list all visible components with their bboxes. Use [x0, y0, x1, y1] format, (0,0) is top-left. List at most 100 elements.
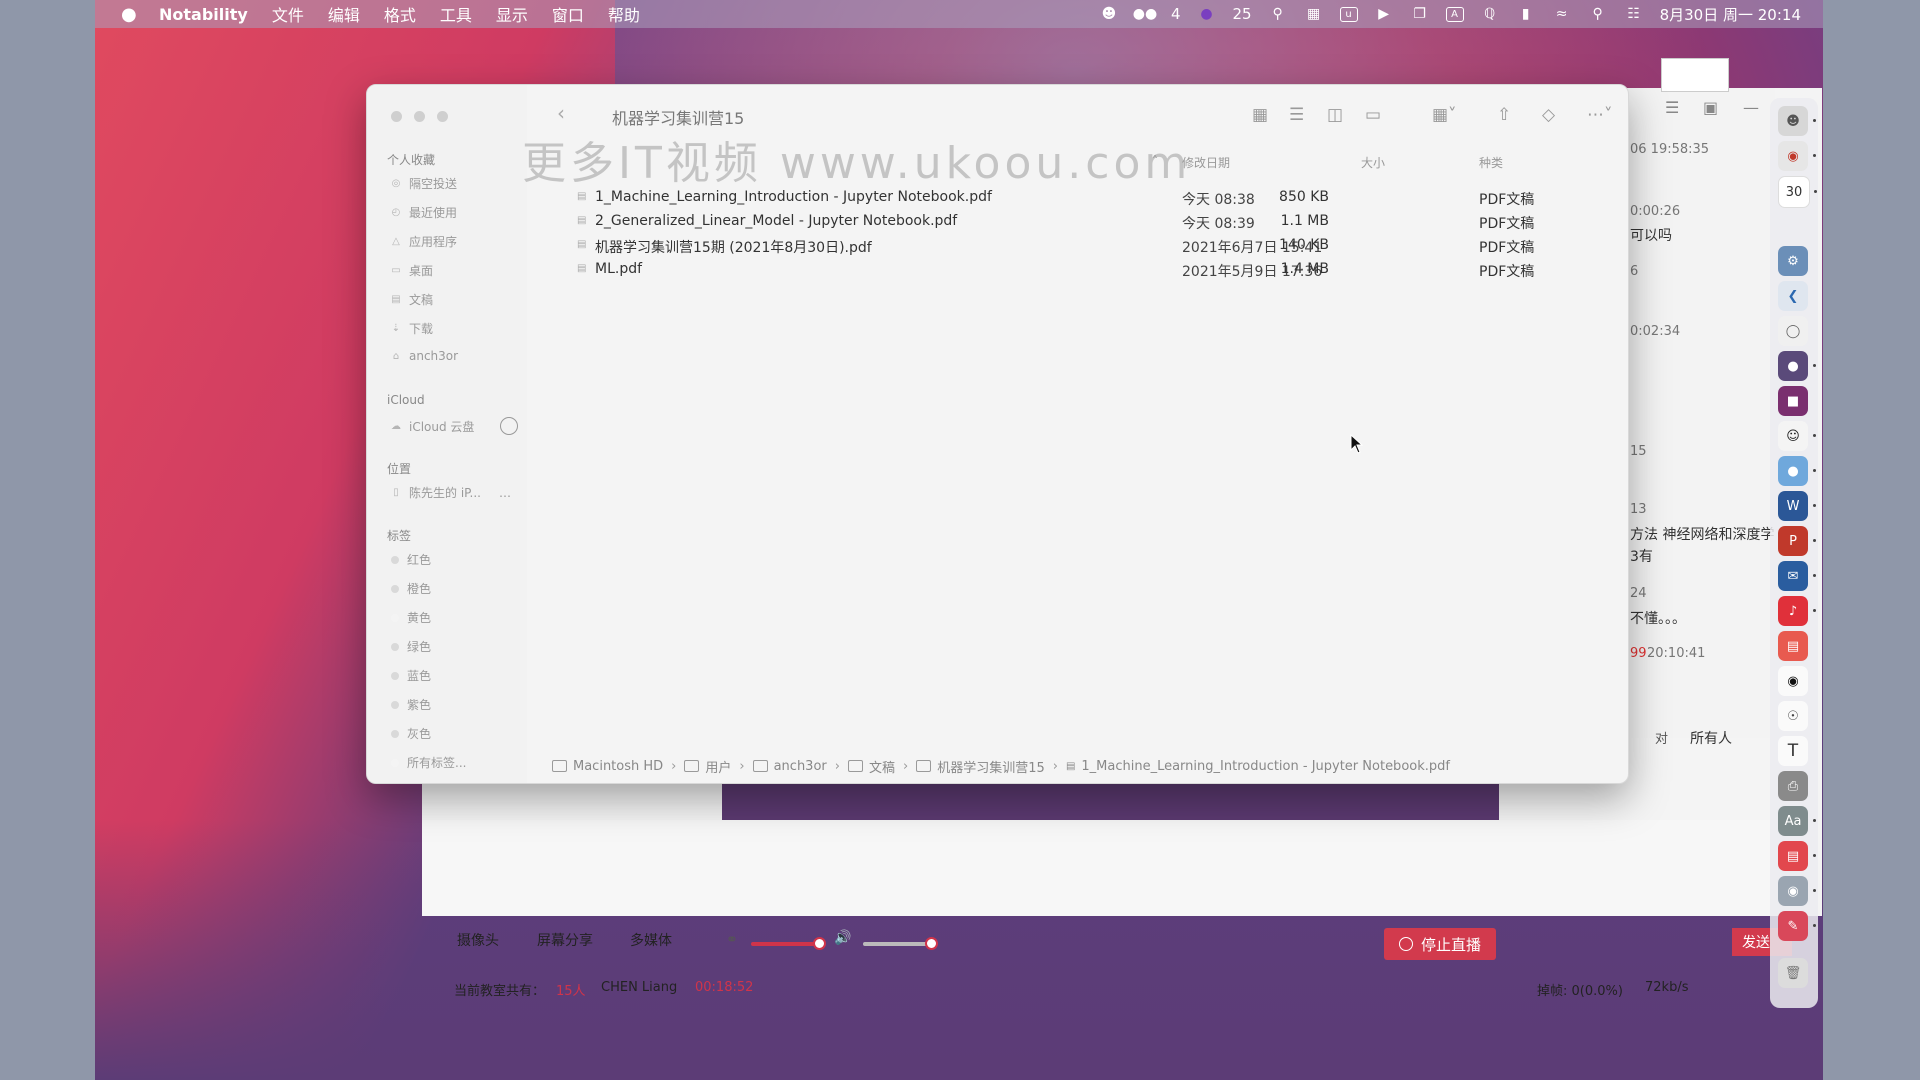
activity-ring-dock-icon[interactable]: ◯: [1778, 316, 1808, 346]
powerpoint-dock-icon[interactable]: P: [1778, 526, 1816, 556]
media-button[interactable]: 多媒体: [630, 930, 672, 950]
sidebar-tag-green[interactable]: 绿色: [391, 638, 431, 655]
screen-share-button[interactable]: 屏幕分享: [537, 930, 593, 950]
path-segment[interactable]: anch3or: [752, 759, 827, 774]
notes-app-dock-icon[interactable]: ■: [1778, 386, 1808, 416]
word-dock-icon[interactable]: W: [1778, 491, 1816, 521]
spotlight-icon[interactable]: ⚲: [1588, 6, 1608, 22]
file-row[interactable]: ▤ 2_Generalized_Linear_Model - Jupyter N…: [367, 213, 1534, 237]
file-row[interactable]: ▤ 机器学习集训营15期 (2021年8月30日).pdf 2021年6月7日 …: [367, 237, 1534, 261]
browser-dock-icon[interactable]: ●: [1778, 351, 1816, 381]
tag-icon[interactable]: ◇: [1542, 105, 1555, 125]
gallery-view-icon[interactable]: ▭: [1365, 105, 1381, 125]
list-icon[interactable]: ☰: [1665, 98, 1679, 117]
clipboard-icon[interactable]: u: [1339, 6, 1358, 22]
podcast-dock-icon[interactable]: ▤: [1778, 631, 1808, 661]
keyboard-icon[interactable]: ▦: [1304, 6, 1324, 22]
speaker-icon[interactable]: 🔊: [834, 930, 851, 946]
sidebar-item-icloud-drive[interactable]: ☁ iCloud 云盘: [391, 417, 519, 435]
sidebar-tag-yellow[interactable]: 黄色: [391, 609, 431, 626]
path-segment[interactable]: ▤ 1_Machine_Learning_Introduction - Jupyt…: [1066, 759, 1450, 774]
menu-clock[interactable]: 8月30日 周一 20:14: [1660, 4, 1801, 25]
chrome-dock-icon[interactable]: ◉: [1778, 141, 1816, 171]
floating-preview-window[interactable]: [1661, 58, 1729, 92]
zoom-button[interactable]: [437, 111, 448, 122]
apple-menu-icon[interactable]: ●: [121, 4, 141, 25]
camera-button[interactable]: 摄像头: [457, 930, 499, 950]
stop-live-button[interactable]: 停止直播: [1384, 928, 1496, 960]
sidebar-item-home[interactable]: ⌂ anch3or: [391, 349, 458, 363]
menu-help[interactable]: 帮助: [608, 2, 640, 26]
battery-icon[interactable]: ▮: [1516, 6, 1536, 22]
path-segment[interactable]: 机器学习集训营15: [916, 757, 1045, 776]
sidebar-tag-blue[interactable]: 蓝色: [391, 667, 431, 684]
column-size-header[interactable]: 大小: [1361, 154, 1385, 171]
tools-dock-icon[interactable]: ⚙: [1778, 246, 1808, 276]
microphone-icon[interactable]: ⚭: [726, 932, 738, 948]
typora-dock-icon[interactable]: T: [1778, 736, 1808, 766]
eject-icon[interactable]: …: [499, 486, 511, 500]
back-chevron-icon[interactable]: ‹: [557, 101, 565, 125]
xmind-dock-icon[interactable]: ☉: [1778, 701, 1808, 731]
file-row[interactable]: ▤ ML.pdf 2021年5月9日 17:36 1.4 MB PDF文稿: [367, 261, 1534, 285]
outlook-dock-icon[interactable]: ✉: [1778, 561, 1816, 591]
menu-view[interactable]: 显示: [496, 2, 528, 26]
window-icon[interactable]: ▣: [1703, 98, 1718, 117]
sidebar-all-tags[interactable]: 所有标签...: [391, 754, 466, 771]
status-dot-icon[interactable]: ●: [1197, 6, 1217, 22]
books-dock-icon[interactable]: ▤: [1778, 841, 1816, 871]
minimize-button[interactable]: [414, 111, 425, 122]
speaker-volume-slider[interactable]: [863, 942, 933, 946]
menu-format[interactable]: 格式: [384, 2, 416, 26]
list-view-icon[interactable]: ☰: [1289, 105, 1304, 125]
sidebar-tag-red[interactable]: 红色: [391, 551, 431, 568]
sidebar-tag-orange[interactable]: 橙色: [391, 580, 431, 597]
netease-music-dock-icon[interactable]: ♪: [1778, 596, 1816, 626]
menu-file[interactable]: 文件: [272, 2, 304, 26]
dictionary-dock-icon[interactable]: Aa: [1778, 806, 1816, 836]
wechat-dock-icon[interactable]: ●: [1778, 456, 1816, 486]
speaker-volume-knob[interactable]: [925, 937, 938, 950]
path-segment[interactable]: 文稿: [847, 757, 895, 776]
printer-dock-icon[interactable]: ⎙: [1778, 771, 1808, 801]
vscode-dock-icon[interactable]: ❮: [1778, 281, 1808, 311]
menu-tools[interactable]: 工具: [440, 2, 472, 26]
control-center-icon[interactable]: ☷: [1624, 6, 1644, 22]
column-kind-header[interactable]: 种类: [1479, 154, 1503, 171]
wechat-icon[interactable]: ●●: [1133, 6, 1157, 22]
finder-dock-icon[interactable]: ☻: [1778, 106, 1816, 136]
share-icon[interactable]: ⇧: [1497, 105, 1511, 125]
minimize-icon[interactable]: —: [1743, 98, 1759, 117]
trash-dock-icon[interactable]: 🗑: [1778, 958, 1808, 988]
column-view-icon[interactable]: ◫: [1327, 105, 1343, 125]
mic-volume-slider[interactable]: [751, 942, 819, 946]
qq-dock-icon[interactable]: ☺: [1778, 421, 1816, 451]
input-source-icon[interactable]: A: [1445, 6, 1464, 22]
wifi-icon[interactable]: ≈: [1552, 6, 1572, 22]
chat-recipient-select[interactable]: 所有人: [1690, 728, 1732, 748]
sort-chevron-icon[interactable]: ˄: [1152, 154, 1158, 168]
play-icon[interactable]: ▶: [1374, 6, 1394, 22]
bluetooth-icon[interactable]: ℚ: [1480, 6, 1500, 22]
menu-window[interactable]: 窗口: [552, 2, 584, 26]
more-actions-icon[interactable]: ⋯˅: [1587, 105, 1613, 125]
close-button[interactable]: [391, 111, 402, 122]
sidebar-tag-gray[interactable]: 灰色: [391, 725, 431, 742]
sidebar-item-downloads[interactable]: ⇣ 下载: [391, 320, 433, 337]
sidebar-item-iphone[interactable]: ▯ 陈先生的 iP...…: [391, 484, 511, 501]
evernote-icon[interactable]: ☻: [1099, 6, 1119, 22]
column-date-header[interactable]: 修改日期: [1182, 154, 1230, 171]
menu-edit[interactable]: 编辑: [328, 2, 360, 26]
github-dock-icon[interactable]: ◉: [1778, 666, 1808, 696]
search-tool-icon[interactable]: ⚲: [1268, 6, 1288, 22]
notability-dock-icon[interactable]: ✎: [1778, 911, 1816, 941]
sidebar-tag-purple[interactable]: 紫色: [391, 696, 431, 713]
path-segment[interactable]: Macintosh HD: [552, 759, 663, 774]
group-menu-icon[interactable]: ▦˅: [1432, 105, 1457, 125]
menu-app-name[interactable]: Notability: [159, 5, 248, 24]
file-row[interactable]: ▤ 1_Machine_Learning_Introduction - Jupy…: [367, 189, 1534, 213]
screenshot-dock-icon[interactable]: ◉: [1778, 876, 1816, 906]
mic-volume-knob[interactable]: [813, 937, 826, 950]
path-segment[interactable]: 用户: [684, 757, 731, 776]
sidebar-item-documents[interactable]: ▤ 文稿: [391, 291, 433, 308]
